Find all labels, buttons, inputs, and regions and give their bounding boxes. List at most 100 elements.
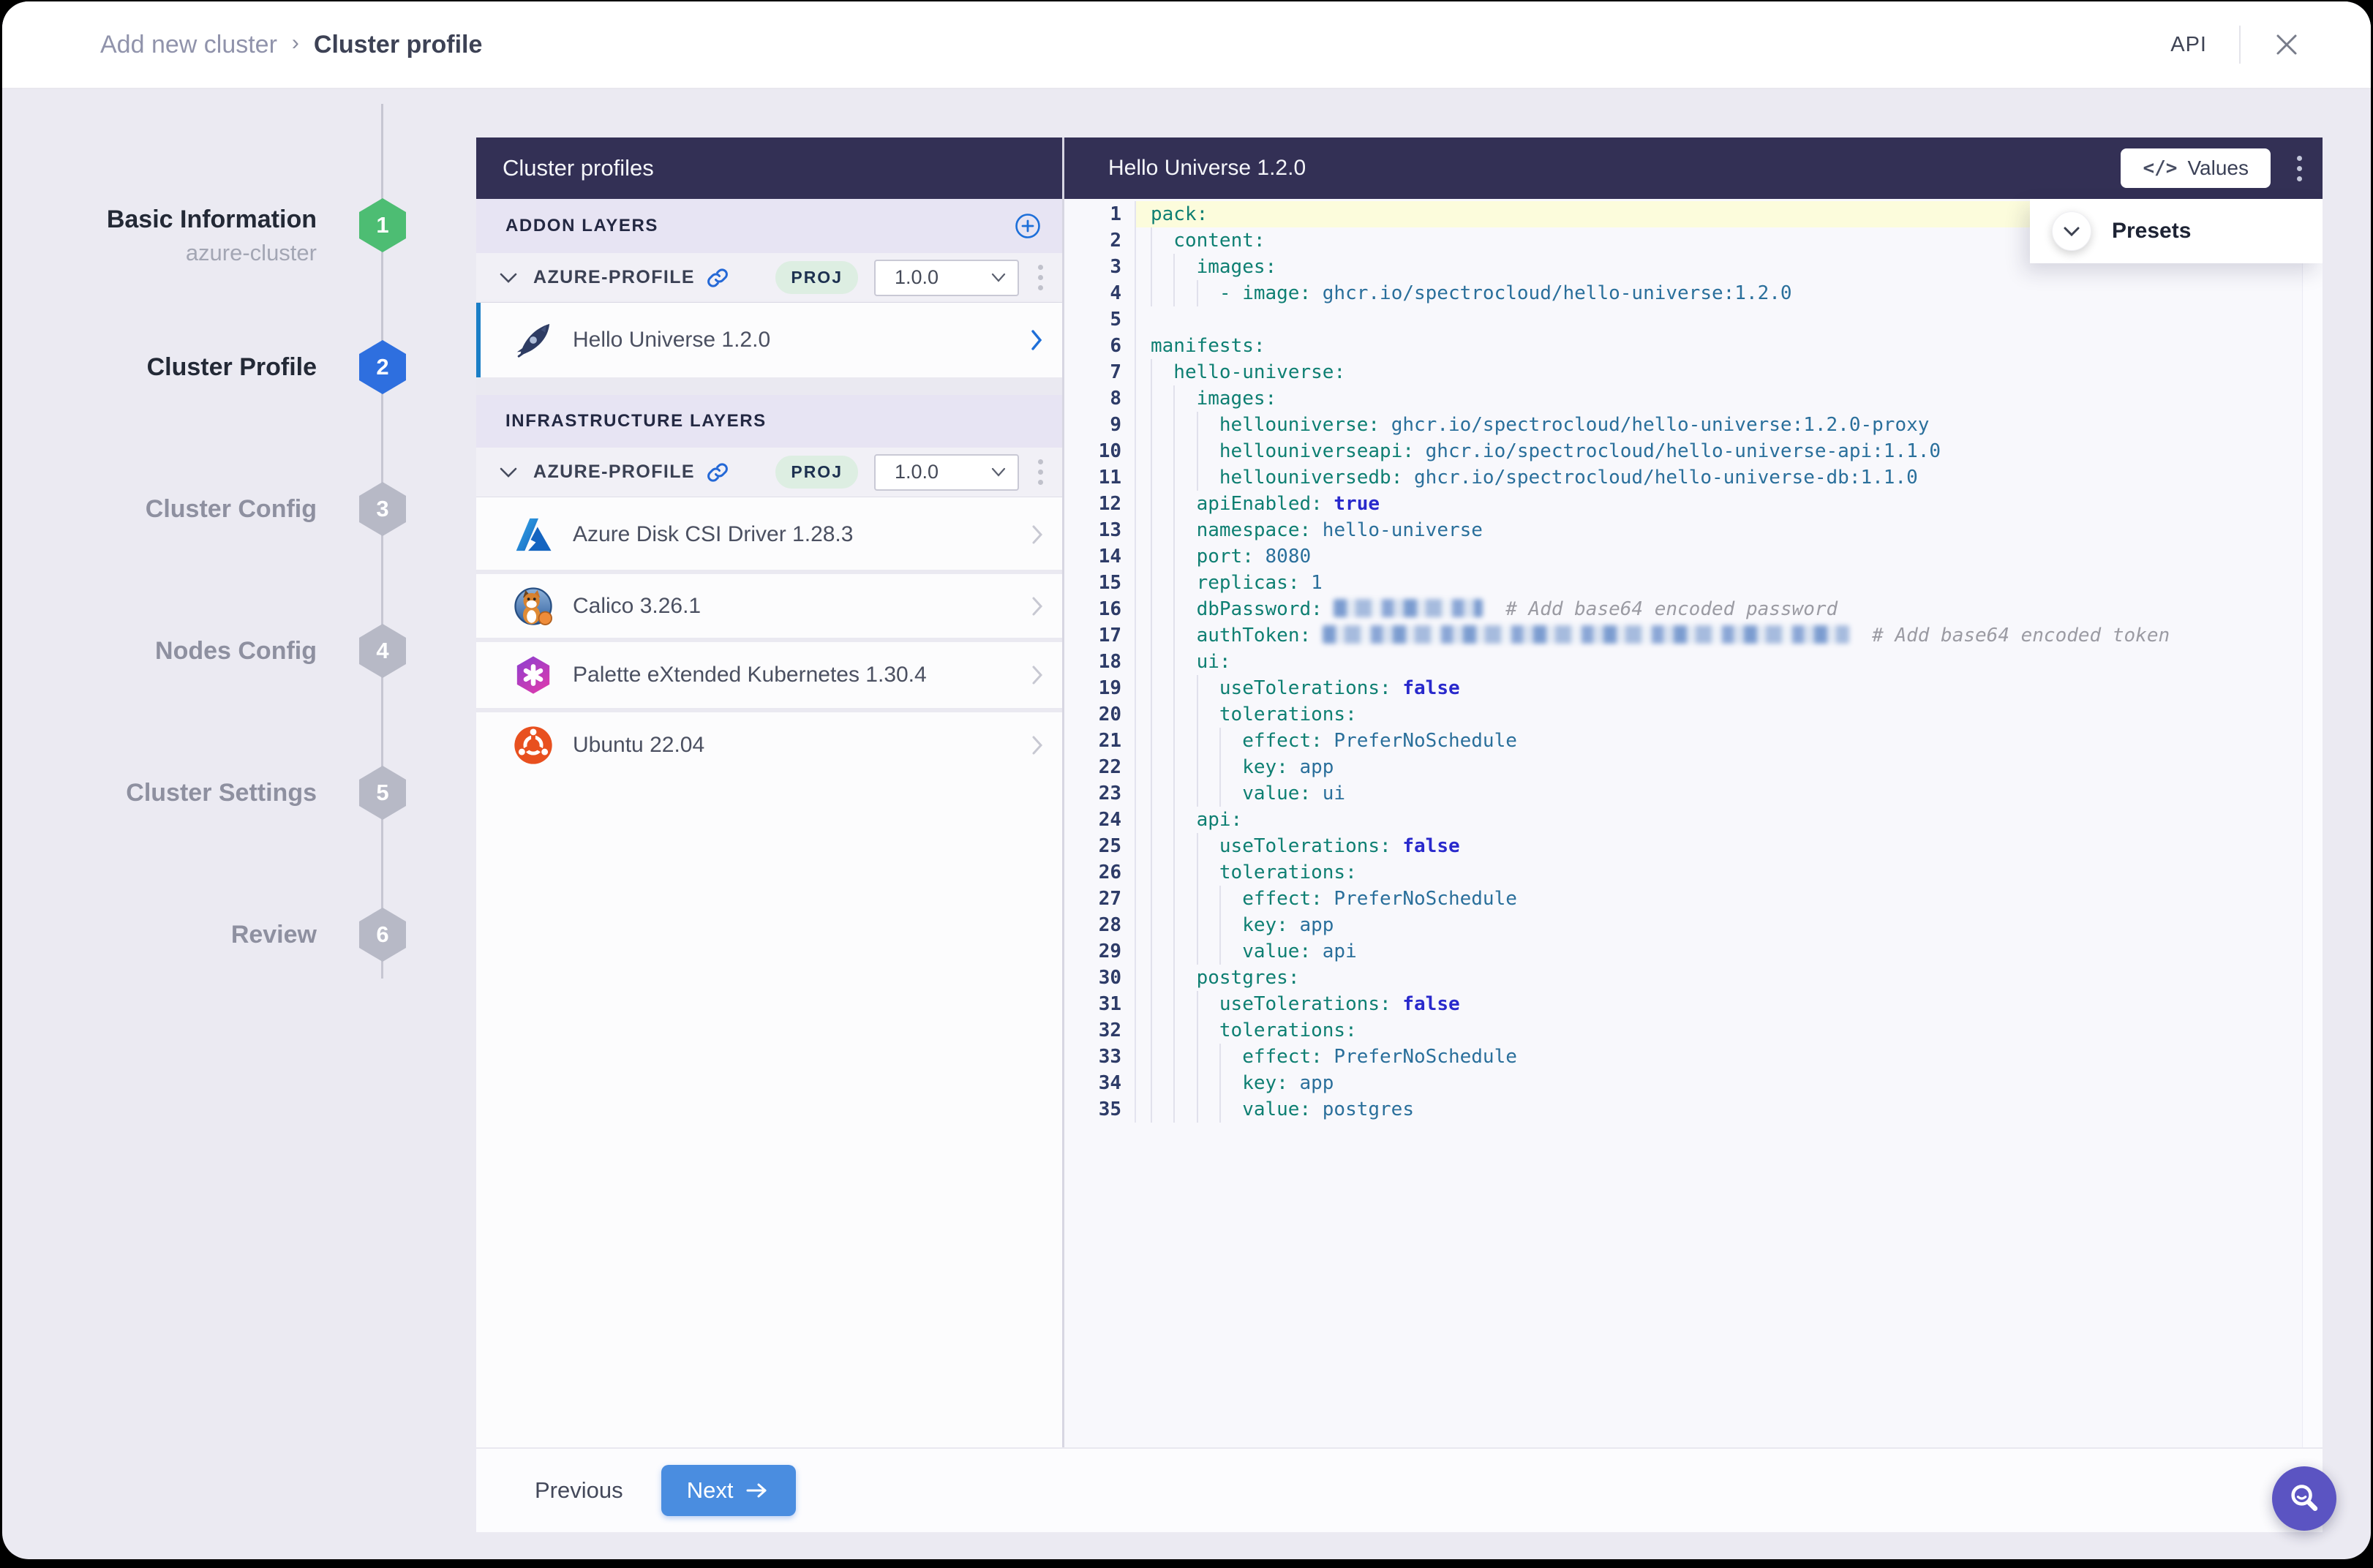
chevron-down-icon	[2063, 226, 2080, 237]
code-line: 21effect: PreferNoSchedule	[1064, 728, 2302, 754]
previous-button[interactable]: Previous	[535, 1477, 623, 1504]
presets-label: Presets	[2112, 219, 2191, 244]
close-icon[interactable]	[2273, 31, 2301, 59]
step-badge-5[interactable]: 5	[359, 766, 406, 820]
yaml-editor[interactable]: 1pack:2content:3images:4- image: ghcr.io…	[1064, 199, 2302, 1447]
cluster-profiles-header: Cluster profiles	[476, 137, 1062, 199]
step-label-cluster-settings: Cluster Settings	[31, 778, 317, 807]
section-gap	[476, 377, 1062, 395]
code-line: 15replicas: 1	[1064, 570, 2302, 596]
profile-version-select[interactable]: 1.0.0	[874, 260, 1019, 296]
step-label-nodes-config: Nodes Config	[31, 636, 317, 666]
code-line: 26tolerations:	[1064, 859, 2302, 886]
hello-universe-layer-row[interactable]: Hello Universe 1.2.0	[476, 303, 1062, 377]
chevron-right-icon	[1031, 524, 1043, 545]
code-line: 9hellouniverse: ghcr.io/spectrocloud/hel…	[1064, 412, 2302, 438]
redacted-secret	[1334, 599, 1482, 617]
infra-layer-row-pxk[interactable]: Palette eXtended Kubernetes 1.30.4	[476, 642, 1062, 708]
pack-values-panel: Hello Universe 1.2.0 </> Values 1pack:2c…	[1064, 137, 2323, 1447]
chevron-right-icon	[1031, 735, 1043, 755]
header-divider	[2239, 26, 2241, 64]
code-line: 29value: api	[1064, 938, 2302, 965]
chevron-down-icon[interactable]	[500, 467, 517, 478]
code-line: 24api:	[1064, 807, 2302, 833]
next-button-label: Next	[687, 1477, 734, 1504]
values-button-label: Values	[2187, 157, 2249, 180]
ubuntu-logo-icon	[513, 725, 554, 766]
step-badge-3[interactable]: 3	[359, 482, 406, 536]
pack-header-bar: Hello Universe 1.2.0 </> Values	[1064, 137, 2323, 199]
code-line: 13namespace: hello-universe	[1064, 517, 2302, 543]
addon-azure-profile-row[interactable]: AZURE-PROFILE PROJ 1.0.0	[476, 253, 1062, 303]
scope-badge: PROJ	[775, 456, 858, 489]
infra-layer-label: Ubuntu 22.04	[573, 733, 704, 758]
add-layer-icon[interactable]	[1014, 212, 1042, 240]
redacted-secret	[1323, 625, 1849, 644]
code-line: 14port: 8080	[1064, 543, 2302, 570]
code-line: 23value: ui	[1064, 780, 2302, 807]
link-icon[interactable]	[707, 267, 729, 289]
infra-layer-label: Palette eXtended Kubernetes 1.30.4	[573, 663, 927, 687]
infra-layer-row-ubuntu[interactable]: Ubuntu 22.04	[476, 712, 1062, 778]
breadcrumb: Add new cluster › Cluster profile	[100, 31, 482, 59]
code-line: 35value: postgres	[1064, 1096, 2302, 1123]
step-label-cluster-config: Cluster Config	[31, 494, 317, 524]
infra-layer-row-calico[interactable]: Calico 3.26.1	[476, 574, 1062, 638]
code-line: 20tolerations:	[1064, 701, 2302, 728]
values-button[interactable]: </> Values	[2121, 148, 2271, 188]
code-line: 18ui:	[1064, 649, 2302, 675]
chevron-down-icon	[991, 273, 1006, 282]
arrow-right-icon	[745, 1482, 770, 1499]
code-line: 11hellouniversedb: ghcr.io/spectrocloud/…	[1064, 464, 2302, 491]
code-line: 33effect: PreferNoSchedule	[1064, 1044, 2302, 1070]
profile-menu-icon[interactable]	[1032, 455, 1049, 489]
infra-layer-label: Calico 3.26.1	[573, 594, 701, 619]
addon-layers-title: ADDON LAYERS	[505, 216, 658, 236]
code-line: 7hello-universe:	[1064, 359, 2302, 385]
step-label-review: Review	[31, 920, 317, 949]
magnifier-smile-icon	[2286, 1480, 2323, 1517]
top-header: Add new cluster › Cluster profile API	[2, 1, 2371, 89]
code-line: 16dbPassword: # Add base64 encoded passw…	[1064, 596, 2302, 622]
step-badge-1[interactable]: 1	[359, 198, 406, 252]
code-line: 4- image: ghcr.io/spectrocloud/hello-uni…	[1064, 280, 2302, 306]
editor-scrollbar[interactable]	[2302, 199, 2323, 1447]
step-badge-6[interactable]: 6	[359, 908, 406, 962]
next-button[interactable]: Next	[661, 1465, 796, 1516]
code-line: 30postgres:	[1064, 965, 2302, 991]
help-search-button[interactable]	[2272, 1466, 2336, 1531]
wizard-footer: Previous Next	[476, 1447, 2323, 1532]
infrastructure-layers-bar: INFRASTRUCTURE LAYERS	[476, 395, 1062, 448]
presets-panel: Presets	[2030, 199, 2323, 263]
profile-version-select[interactable]: 1.0.0	[874, 454, 1019, 491]
infrastructure-layers-title: INFRASTRUCTURE LAYERS	[505, 411, 767, 431]
profile-name: AZURE-PROFILE	[533, 267, 695, 288]
cluster-profiles-panel: Cluster profiles ADDON LAYERS AZURE-PROF…	[476, 137, 1062, 1447]
infra-azure-profile-row[interactable]: AZURE-PROFILE PROJ 1.0.0	[476, 448, 1062, 497]
breadcrumb-cluster-profile: Cluster profile	[314, 31, 482, 59]
chevron-right-icon	[1031, 596, 1043, 617]
code-line: 27effect: PreferNoSchedule	[1064, 886, 2302, 912]
api-button[interactable]: API	[2170, 33, 2207, 57]
profile-menu-icon[interactable]	[1032, 260, 1049, 295]
presets-collapse-button[interactable]	[2052, 211, 2091, 251]
link-icon[interactable]	[707, 461, 729, 483]
chevron-right-icon[interactable]	[1030, 329, 1043, 351]
infra-layer-label: Azure Disk CSI Driver 1.28.3	[573, 522, 853, 547]
step-badge-2[interactable]: 2	[359, 340, 406, 394]
step-label-cluster-profile: Cluster Profile	[31, 353, 317, 382]
pack-menu-icon[interactable]	[2291, 151, 2308, 186]
profile-version-value: 1.0.0	[895, 461, 939, 483]
code-line: 25useTolerations: false	[1064, 833, 2302, 859]
calico-logo-icon	[513, 586, 554, 627]
breadcrumb-add-new-cluster[interactable]: Add new cluster	[100, 31, 277, 59]
code-line: 32tolerations:	[1064, 1017, 2302, 1044]
infra-layer-row-azure[interactable]: Azure Disk CSI Driver 1.28.3	[476, 500, 1062, 570]
addon-layers-bar: ADDON LAYERS	[476, 199, 1062, 253]
chevron-down-icon[interactable]	[500, 272, 517, 284]
hello-universe-rocket-icon	[513, 320, 554, 361]
code-line: 10hellouniverseapi: ghcr.io/spectrocloud…	[1064, 438, 2302, 464]
step-badge-4[interactable]: 4	[359, 624, 406, 678]
hello-universe-label: Hello Universe 1.2.0	[573, 328, 770, 353]
code-line: 17authToken: # Add base64 encoded token	[1064, 622, 2302, 649]
